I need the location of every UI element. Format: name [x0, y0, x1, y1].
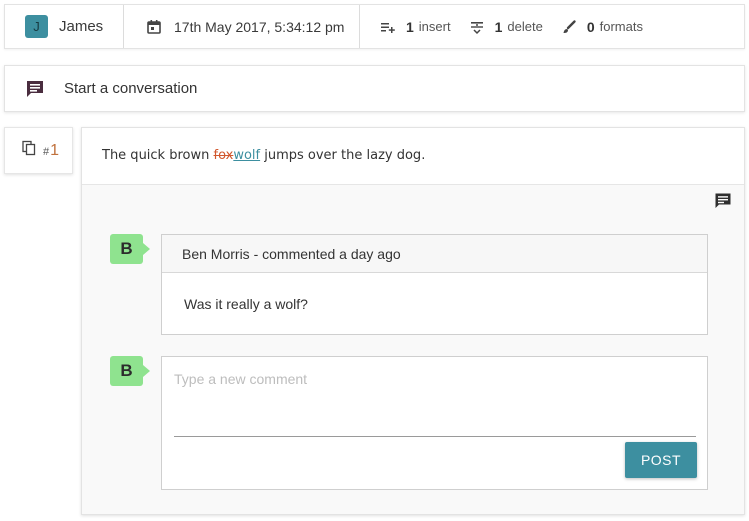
start-conversation-button[interactable]: Start a conversation: [4, 65, 745, 112]
author-name: James: [59, 18, 104, 35]
change-index-tab[interactable]: # 1: [4, 127, 73, 174]
new-comment-avatar: B: [110, 356, 150, 386]
chat-bubble-icon: [25, 79, 45, 99]
comment-body: Was it really a wolf?: [184, 296, 308, 312]
strikethrough-icon: [469, 19, 485, 35]
deleted-text: fox: [213, 148, 234, 163]
change-date: 17th May 2017, 5:34:12 pm: [174, 18, 345, 35]
formats-stat: 0 formats: [561, 19, 643, 35]
calendar-icon: [146, 19, 162, 35]
change-sentence: The quick brown foxwolf jumps over the l…: [82, 128, 744, 185]
comment-avatar: B: [110, 234, 150, 264]
change-number: 1: [50, 142, 60, 159]
comment-icon[interactable]: [714, 192, 732, 215]
formats-count: 0: [586, 18, 595, 35]
change-hash: #: [43, 146, 50, 158]
playlist-add-icon: [380, 19, 396, 35]
author-avatar: J: [25, 15, 48, 38]
comment-item: Ben Morris - commented a day ago Was it …: [161, 234, 708, 335]
inserted-text: wolf: [233, 148, 261, 163]
change-meta-bar: J James 17th May 2017, 5:34:12 pm 1 inse…: [4, 4, 745, 49]
change-stats: 1 insert 1 delete 0 formats: [360, 19, 661, 35]
brush-icon: [561, 19, 577, 35]
delete-label: delete: [507, 19, 543, 34]
insert-count: 1: [406, 18, 414, 35]
post-button[interactable]: POST: [625, 442, 697, 478]
copy-icon: [21, 140, 37, 156]
start-conversation-label: Start a conversation: [64, 80, 198, 97]
insert-stat: 1 insert: [380, 19, 451, 35]
change-card: The quick brown foxwolf jumps over the l…: [81, 127, 745, 515]
new-comment-input[interactable]: [174, 365, 696, 437]
comment-header: Ben Morris - commented a day ago: [162, 235, 707, 273]
author-section: J James: [5, 5, 124, 48]
insert-label: insert: [418, 19, 451, 34]
new-comment-box: POST: [161, 356, 708, 490]
delete-stat: 1 delete: [469, 19, 543, 35]
sentence-before: The quick brown: [102, 148, 214, 163]
date-section: 17th May 2017, 5:34:12 pm: [124, 5, 360, 48]
formats-label: formats: [599, 19, 643, 34]
delete-count: 1: [494, 18, 503, 35]
sentence-after: jumps over the lazy dog.: [260, 148, 426, 163]
